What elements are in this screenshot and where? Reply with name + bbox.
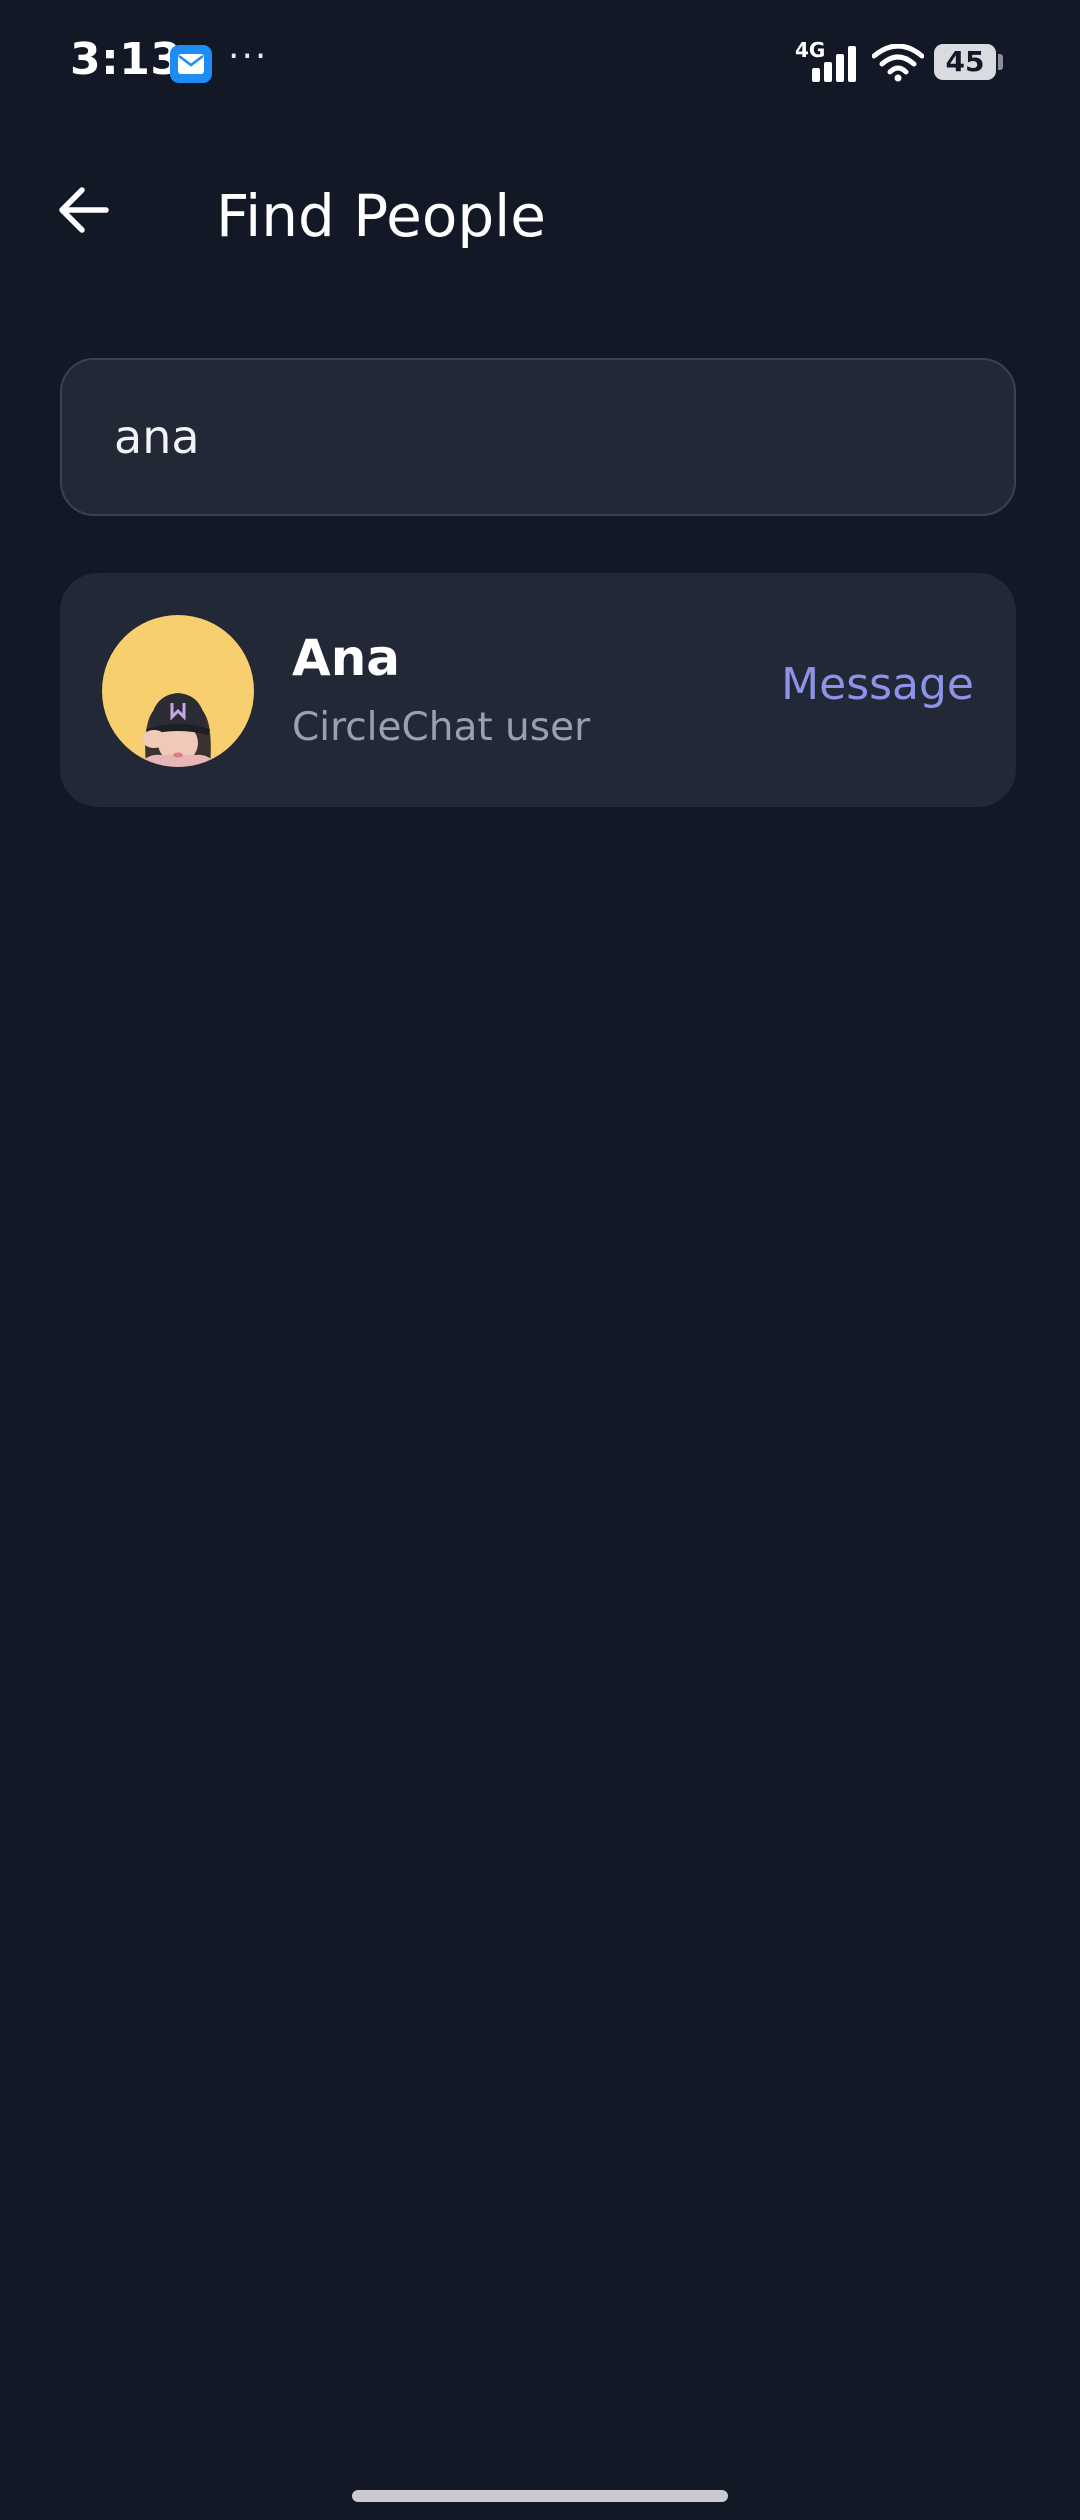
avatar[interactable] [102,615,254,767]
result-card[interactable]: Ana CircleChat user Message [60,573,1016,807]
avatar-illustration [138,693,218,767]
battery-cap [998,54,1003,70]
status-time: 3:13 [70,34,182,85]
signal-icon [812,46,856,82]
arrow-left-icon [59,187,109,233]
user-subtitle: CircleChat user [292,705,591,750]
message-button[interactable]: Message [781,659,974,710]
back-button[interactable] [44,170,124,250]
battery-indicator: 45 [934,44,996,80]
status-bar: 3:13 ··· 4G 45 [0,0,1080,130]
more-dots-icon: ··· [228,36,269,77]
mail-icon [170,45,212,83]
user-name: Ana [292,629,401,687]
search-field[interactable] [60,358,1016,516]
page-title: Find People [216,182,546,250]
wifi-icon [872,44,924,82]
search-input[interactable] [114,360,974,514]
home-indicator[interactable] [352,2490,728,2502]
